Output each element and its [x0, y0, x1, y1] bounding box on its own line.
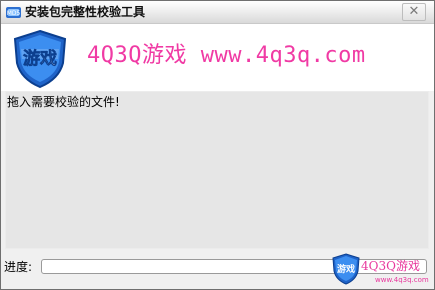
watermark-shield-icon: 游戏 — [332, 253, 360, 285]
shield-logo-icon: 游戏 — [13, 29, 67, 89]
watermark-logo-text: 游戏 — [337, 263, 355, 275]
file-drop-area[interactable]: 拖入需要校验的文件! — [5, 91, 429, 249]
svg-text:MD5: MD5 — [7, 10, 21, 17]
banner-site-text: 4Q3Q游戏 www.4q3q.com — [87, 43, 366, 68]
app-icon: MD5 — [6, 7, 21, 18]
drop-instruction: 拖入需要校验的文件! — [7, 95, 120, 109]
watermark-url: www.4q3q.com — [375, 276, 429, 284]
app-window: MD5 安装包完整性校验工具 ✕ 游戏 4Q3Q游戏 www.4q3q.com … — [0, 0, 435, 290]
title-bar[interactable]: MD5 安装包完整性校验工具 ✕ — [1, 1, 434, 24]
shield-logo-text: 游戏 — [23, 48, 57, 69]
window-title: 安装包完整性校验工具 — [25, 5, 146, 19]
progress-label: 进度: — [4, 260, 33, 274]
watermark-text: 4Q3Q游戏 — [361, 259, 420, 273]
close-button[interactable]: ✕ — [402, 3, 426, 21]
banner: 游戏 4Q3Q游戏 www.4q3q.com — [1, 24, 434, 91]
